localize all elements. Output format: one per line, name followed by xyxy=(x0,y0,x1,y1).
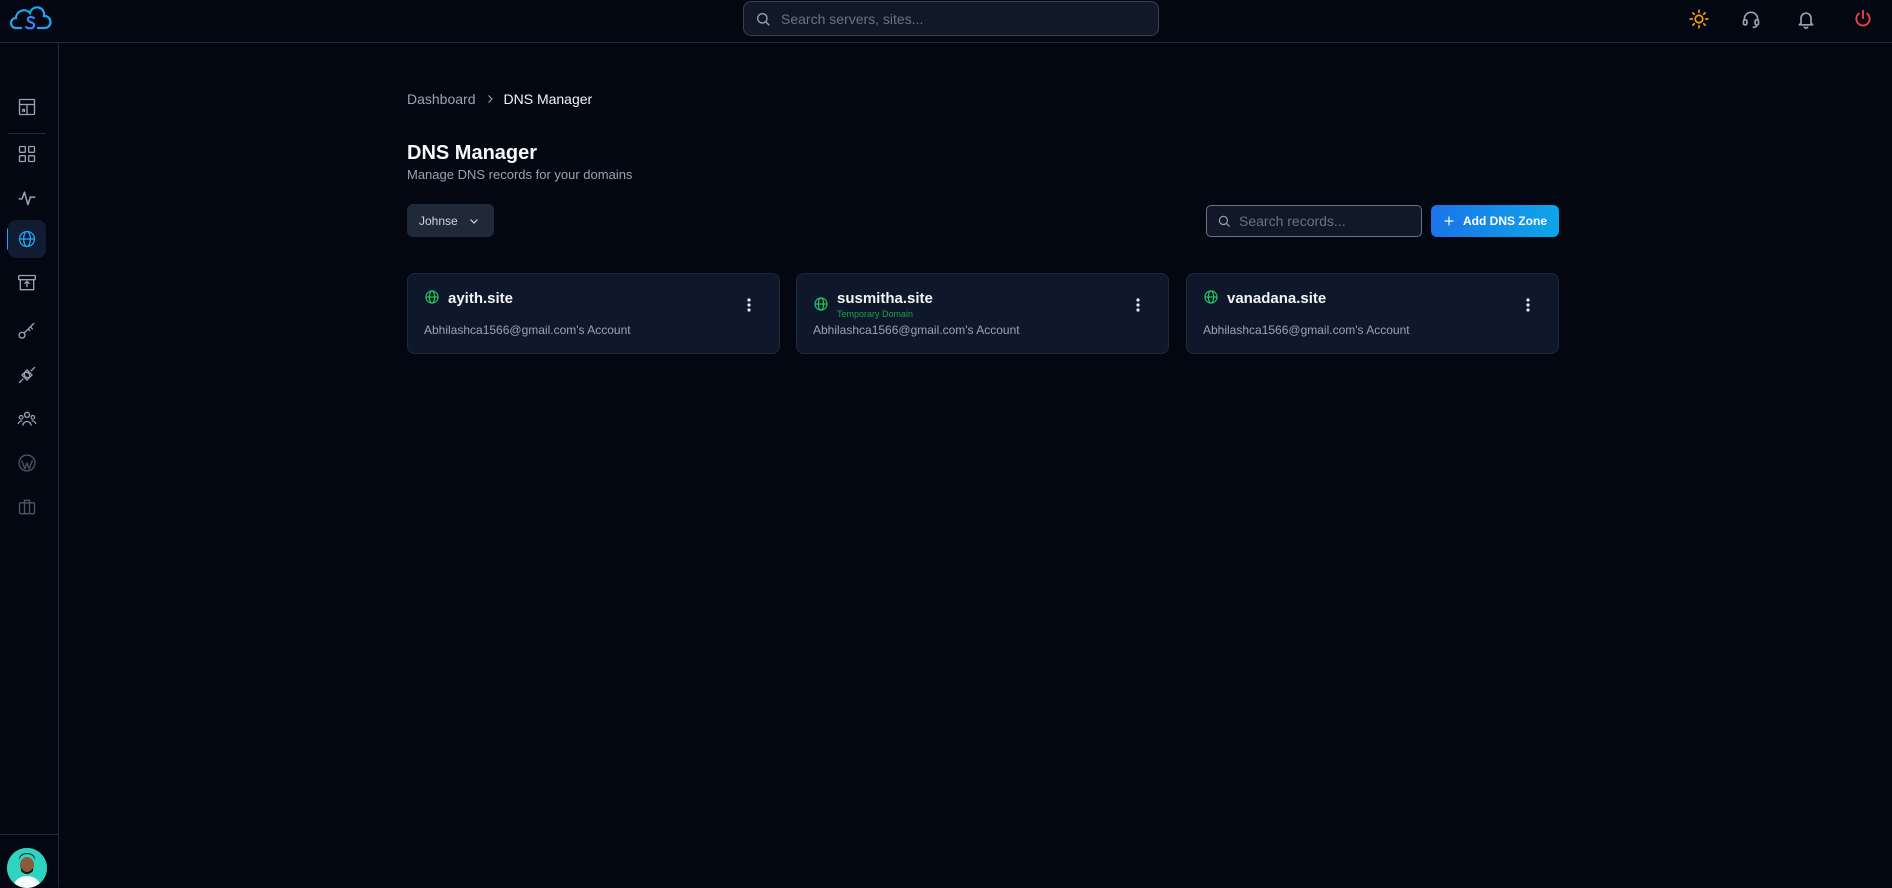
account-select-value: Johnse xyxy=(419,213,458,228)
search-icon xyxy=(1218,215,1230,227)
sidebar-item-monitoring[interactable] xyxy=(8,179,46,217)
page-title: DNS Manager xyxy=(407,142,538,164)
more-options-button[interactable] xyxy=(741,296,757,314)
globe-icon xyxy=(18,230,36,248)
sidebar-item-wordpress[interactable] xyxy=(8,444,46,482)
sidebar-divider xyxy=(8,133,46,134)
theme-toggle-button[interactable] xyxy=(1687,7,1711,31)
more-options-button[interactable] xyxy=(1520,296,1536,314)
top-bar xyxy=(0,0,1892,43)
zone-account: Abhilashca1566@gmail.com's Account xyxy=(813,323,1020,337)
dns-zone-card[interactable]: ayith.site Abhilashca1566@gmail.com's Ac… xyxy=(407,273,780,354)
sidebar xyxy=(0,43,59,888)
bell-icon xyxy=(1798,12,1814,29)
search-icon xyxy=(757,12,770,26)
more-vertical-icon xyxy=(1136,298,1140,312)
account-select[interactable]: Johnse xyxy=(407,204,494,237)
zone-account: Abhilashca1566@gmail.com's Account xyxy=(424,323,631,337)
wordpress-icon xyxy=(18,454,36,472)
logout-button[interactable] xyxy=(1851,7,1875,31)
key-icon xyxy=(18,322,35,339)
breadcrumb: Dashboard DNS Manager xyxy=(407,91,592,107)
users-icon xyxy=(17,411,37,426)
records-search-input[interactable] xyxy=(1239,213,1409,229)
global-search-input[interactable] xyxy=(781,10,1141,27)
more-vertical-icon xyxy=(1526,298,1530,312)
zone-domain[interactable]: susmitha.site xyxy=(837,290,933,307)
more-vertical-icon xyxy=(747,298,751,312)
chevron-right-icon xyxy=(484,93,496,105)
zone-domain[interactable]: vanadana.site xyxy=(1227,290,1326,307)
page-subtitle: Manage DNS records for your domains xyxy=(407,167,633,182)
globe-icon xyxy=(1204,290,1218,304)
zone-tag: Temporary Domain xyxy=(837,309,914,319)
support-button[interactable] xyxy=(1739,7,1763,31)
zone-account: Abhilashca1566@gmail.com's Account xyxy=(1203,323,1410,337)
breadcrumb-dashboard-link[interactable]: Dashboard xyxy=(407,91,476,107)
sidebar-item-integrations[interactable] xyxy=(8,356,46,394)
zone-domain[interactable]: ayith.site xyxy=(448,290,513,307)
sidebar-divider xyxy=(0,834,59,835)
sidebar-item-dns[interactable] xyxy=(8,220,46,258)
breadcrumb-current: DNS Manager xyxy=(503,91,593,107)
dns-zone-card[interactable]: susmitha.site Temporary Domain Abhilashc… xyxy=(796,273,1169,354)
sidebar-item-briefcase[interactable] xyxy=(8,488,46,526)
sidebar-item-overview[interactable] xyxy=(8,88,46,126)
records-search[interactable] xyxy=(1206,205,1422,237)
globe-icon xyxy=(814,297,828,311)
logo-icon xyxy=(9,6,52,30)
global-search[interactable] xyxy=(743,1,1159,36)
briefcase-icon xyxy=(18,499,36,515)
plus-icon xyxy=(1444,216,1454,226)
power-icon xyxy=(1855,9,1871,27)
sun-icon xyxy=(1689,9,1709,29)
layout-dashboard-icon xyxy=(18,98,36,116)
grid-icon xyxy=(18,145,36,163)
dns-zone-card[interactable]: vanadana.site Abhilashca1566@gmail.com's… xyxy=(1186,273,1559,354)
archive-upload-icon xyxy=(18,274,36,291)
notifications-button[interactable] xyxy=(1794,7,1818,31)
sidebar-item-backups[interactable] xyxy=(8,264,46,302)
add-dns-zone-button[interactable]: Add DNS Zone xyxy=(1431,205,1559,237)
chevron-down-icon xyxy=(469,218,478,224)
app-logo[interactable] xyxy=(9,6,52,36)
more-options-button[interactable] xyxy=(1130,296,1146,314)
sidebar-item-apps[interactable] xyxy=(8,135,46,173)
activity-icon xyxy=(18,191,36,206)
add-dns-zone-label: Add DNS Zone xyxy=(1463,214,1547,228)
globe-icon xyxy=(425,290,439,304)
headset-icon xyxy=(1742,11,1760,29)
sidebar-item-keys[interactable] xyxy=(8,312,46,350)
avatar-icon xyxy=(7,848,47,888)
sidebar-item-team[interactable] xyxy=(8,400,46,438)
user-avatar[interactable] xyxy=(7,848,47,888)
plug-icon xyxy=(18,366,36,384)
